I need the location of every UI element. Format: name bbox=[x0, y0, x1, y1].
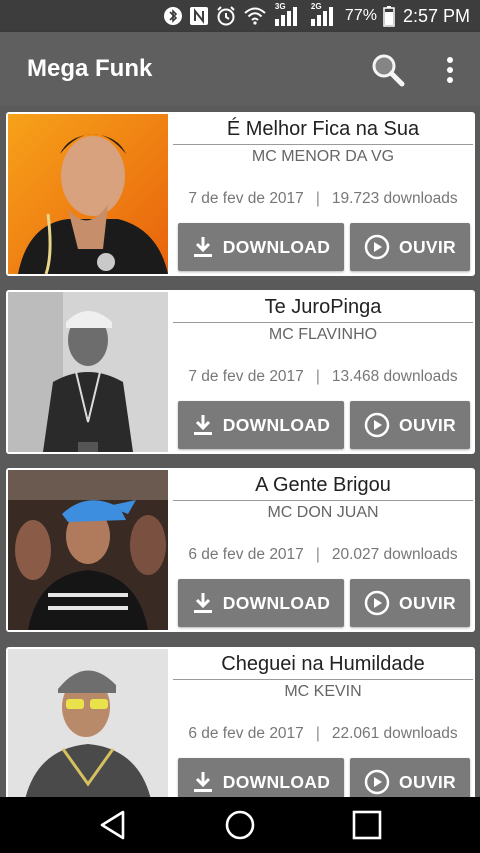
download-button[interactable]: DOWNLOAD bbox=[178, 401, 344, 449]
alarm-icon bbox=[215, 5, 237, 27]
play-circle-icon bbox=[364, 412, 390, 438]
navigation-bar bbox=[0, 797, 480, 853]
bluetooth-icon bbox=[163, 6, 183, 26]
net-label-3g: 3G bbox=[274, 2, 286, 11]
song-artist: MC MENOR DA VG bbox=[251, 148, 395, 165]
song-date: 6 de fev de 2017 bbox=[188, 546, 304, 563]
play-button[interactable]: OUVIR bbox=[350, 223, 470, 271]
divider bbox=[173, 679, 473, 680]
song-thumbnail bbox=[8, 470, 168, 630]
song-artist: MC DON JUAN bbox=[267, 504, 379, 521]
nav-back-button[interactable] bbox=[93, 807, 133, 843]
download-icon bbox=[192, 591, 214, 615]
signal-2g-icon: 2G bbox=[309, 2, 339, 28]
song-thumbnail bbox=[8, 649, 168, 797]
play-label: OUVIR bbox=[399, 592, 456, 613]
battery-percent: 77% bbox=[344, 7, 377, 24]
overflow-menu-button[interactable] bbox=[436, 54, 464, 86]
divider bbox=[173, 500, 473, 501]
search-icon bbox=[372, 54, 405, 87]
more-vert-icon bbox=[447, 57, 453, 83]
net-label-2g: 2G bbox=[310, 2, 322, 11]
song-title: A Gente Brigou bbox=[255, 474, 391, 496]
nav-home-button[interactable] bbox=[220, 807, 260, 843]
song-downloads: 20.027 downloads bbox=[331, 546, 458, 563]
song-card[interactable]: Te JuroPinga MC FLAVINHO 7 de fev de 201… bbox=[6, 290, 475, 454]
song-downloads: 13.468 downloads bbox=[331, 368, 458, 385]
song-card[interactable]: A Gente Brigou MC DON JUAN 6 de fev de 2… bbox=[6, 468, 475, 632]
play-button[interactable]: OUVIR bbox=[350, 401, 470, 449]
download-button[interactable]: DOWNLOAD bbox=[178, 223, 344, 271]
download-label: DOWNLOAD bbox=[222, 414, 331, 435]
song-thumbnail bbox=[8, 114, 168, 274]
play-button[interactable]: OUVIR bbox=[350, 579, 470, 627]
download-label: DOWNLOAD bbox=[222, 592, 331, 613]
song-meta: 7 de fev de 2017 | 19.723 downloads bbox=[173, 190, 473, 208]
search-button[interactable] bbox=[370, 52, 406, 88]
song-date: 7 de fev de 2017 bbox=[188, 368, 304, 385]
app-title: Mega Funk bbox=[27, 55, 153, 82]
song-date: 7 de fev de 2017 bbox=[188, 190, 304, 207]
nav-recents-button[interactable] bbox=[347, 807, 387, 843]
download-label: DOWNLOAD bbox=[222, 236, 331, 257]
status-time: 2:57 PM bbox=[402, 5, 470, 26]
song-downloads: 19.723 downloads bbox=[331, 190, 458, 207]
download-icon bbox=[192, 770, 214, 794]
download-button[interactable]: DOWNLOAD bbox=[178, 579, 344, 627]
song-title: Te JuroPinga bbox=[264, 296, 382, 318]
song-title: Cheguei na Humildade bbox=[221, 653, 425, 675]
song-card[interactable]: Cheguei na Humildade MC KEVIN 6 de fev d… bbox=[6, 647, 475, 797]
recents-icon bbox=[352, 810, 382, 840]
divider bbox=[173, 322, 473, 323]
meta-separator: | bbox=[315, 725, 320, 742]
song-artist: MC FLAVINHO bbox=[268, 326, 378, 343]
wifi-icon bbox=[243, 6, 267, 26]
back-icon bbox=[100, 810, 125, 840]
app-bar: Mega Funk bbox=[0, 32, 480, 106]
play-circle-icon bbox=[364, 590, 390, 616]
song-meta: 7 de fev de 2017 | 13.468 downloads bbox=[173, 368, 473, 386]
signal-3g-icon: 3G bbox=[273, 2, 303, 28]
song-meta: 6 de fev de 2017 | 22.061 downloads bbox=[173, 725, 473, 743]
meta-separator: | bbox=[315, 190, 320, 207]
play-label: OUVIR bbox=[399, 236, 456, 257]
divider bbox=[173, 144, 473, 145]
play-label: OUVIR bbox=[399, 771, 456, 792]
song-date: 6 de fev de 2017 bbox=[188, 725, 304, 742]
song-title: É Melhor Fica na Sua bbox=[226, 118, 420, 140]
nfc-icon bbox=[189, 6, 209, 26]
play-button[interactable]: OUVIR bbox=[350, 758, 470, 797]
song-list[interactable]: É Melhor Fica na Sua MC MENOR DA VG 7 de… bbox=[0, 106, 480, 797]
download-icon bbox=[192, 235, 214, 259]
download-icon bbox=[192, 413, 214, 437]
play-circle-icon bbox=[364, 234, 390, 260]
status-bar: 3G 2G 77% 2:57 PM bbox=[0, 0, 480, 32]
play-label: OUVIR bbox=[399, 414, 456, 435]
song-meta: 6 de fev de 2017 | 20.027 downloads bbox=[173, 546, 473, 564]
song-thumbnail bbox=[8, 292, 168, 452]
meta-separator: | bbox=[315, 368, 320, 385]
home-icon bbox=[225, 810, 255, 840]
song-downloads: 22.061 downloads bbox=[331, 725, 458, 742]
song-card[interactable]: É Melhor Fica na Sua MC MENOR DA VG 7 de… bbox=[6, 112, 475, 276]
download-button[interactable]: DOWNLOAD bbox=[178, 758, 344, 797]
song-artist: MC KEVIN bbox=[284, 683, 362, 700]
play-circle-icon bbox=[364, 769, 390, 795]
meta-separator: | bbox=[315, 546, 320, 563]
battery-icon bbox=[383, 5, 395, 27]
download-label: DOWNLOAD bbox=[222, 771, 331, 792]
